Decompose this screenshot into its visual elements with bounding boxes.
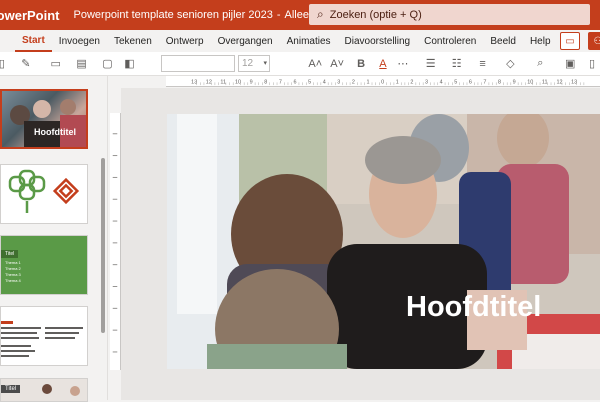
font-size-field[interactable]: 12 ▾ — [238, 55, 270, 72]
align-icon[interactable]: ≡ — [475, 56, 491, 72]
new-slide-icon[interactable]: ▭ — [48, 56, 64, 72]
slide-editor[interactable] — [167, 114, 600, 369]
ruler-tick-label: 5 — [308, 79, 311, 85]
designer-icon[interactable]: ▣ — [562, 56, 578, 72]
horizontal-ruler: 13 12 11 10 9 8 7 6 5 4 3 2 1 0 1 2 3 4 5 6 7 8 9 10 11 12 13 — [166, 76, 600, 87]
increase-font-icon[interactable]: A˄ — [307, 56, 323, 72]
ruler-tick-label: 9 — [513, 79, 516, 85]
slide-thumbnail-5-photo — [42, 384, 80, 396]
ruler-tick-label: 9 — [250, 79, 253, 85]
ruler-tick-label: 12 — [206, 79, 212, 85]
tab-invoegen[interactable]: Invoegen — [52, 30, 107, 52]
numbering-icon[interactable]: ☷ — [449, 56, 465, 72]
ruler-tick-label: 1 — [396, 79, 399, 85]
paste-icon[interactable]: ▯ — [0, 56, 10, 72]
ruler-tick-label: 13 — [191, 79, 197, 85]
font-size-value: 12 — [242, 58, 254, 69]
chevron-down-icon: ▾ — [263, 60, 267, 67]
ruler-tick-label: 3 — [337, 79, 340, 85]
ribbon-right-actions: ▭ ⚇ — [560, 32, 600, 50]
ruler-tick-label: 3 — [425, 79, 428, 85]
ruler-tick-label: 2 — [352, 79, 355, 85]
tab-overgangen[interactable]: Overgangen — [211, 30, 280, 52]
font-color-icon[interactable]: A — [375, 56, 391, 72]
tab-controleren[interactable]: Controleren — [417, 30, 483, 52]
ruler-tick-label: 10 — [235, 79, 241, 85]
ruler-tick-label: 1 — [367, 79, 370, 85]
vertical-ruler — [110, 113, 121, 370]
slide-thumbnail-4[interactable] — [0, 306, 88, 366]
comments-icon[interactable]: ▭ — [560, 32, 580, 50]
slide-thumbnail-1-title: Hoofdtitel — [34, 127, 76, 137]
slide-thumbnail-3[interactable]: Titel Thema 1 Thema 2 Thema 3 Thema 4 — [0, 235, 88, 295]
ruler-tick-label: 4 — [440, 79, 443, 85]
ruler-tick-label: 6 — [293, 79, 296, 85]
tab-help[interactable]: Help — [523, 30, 558, 52]
layout-icon[interactable]: ▤ — [74, 56, 90, 72]
slide-thumbnail-3-title: Titel — [1, 250, 19, 258]
ruler-tick-label: 6 — [469, 79, 472, 85]
search-icon: ⌕ — [317, 7, 324, 21]
ruler-tick-label: 5 — [454, 79, 457, 85]
ruler-tick-label: 7 — [483, 79, 486, 85]
ruler-tick-label: 11 — [542, 79, 548, 85]
ribbon-tabs: Start Invoegen Tekenen Ontwerp Overgange… — [0, 30, 600, 52]
document-name: Powerpoint template senioren pijler 2023 — [73, 9, 273, 21]
ruler-tick-label: 8 — [498, 79, 501, 85]
format-painter-icon[interactable]: ✎ — [18, 56, 34, 72]
bold-icon[interactable]: B — [353, 56, 369, 72]
find-icon[interactable]: ⌕ — [532, 56, 548, 72]
tab-tekenen[interactable]: Tekenen — [107, 30, 159, 52]
slide-thumbnail-1[interactable]: Hoofdtitel — [0, 89, 88, 149]
section-icon[interactable]: ◧ — [121, 56, 137, 72]
ruler-tick-label: 8 — [264, 79, 267, 85]
tab-animaties[interactable]: Animaties — [280, 30, 338, 52]
tab-beeld[interactable]: Beeld — [483, 30, 523, 52]
slide-thumbnail-2[interactable] — [0, 164, 88, 224]
slide-title[interactable]: Hoofdtitel — [406, 291, 541, 324]
title-separator: - — [276, 9, 281, 21]
search-input[interactable]: ⌕ Zoeken (optie + Q) — [309, 4, 590, 25]
slide-thumbnail-5[interactable]: Titel — [0, 378, 88, 402]
title-bar: PowerPoint Powerpoint template senioren … — [0, 0, 600, 30]
search-placeholder: Zoeken (optie + Q) — [329, 8, 422, 21]
thumbnail-scrollbar[interactable] — [101, 158, 105, 333]
slide-thumbnail-3-list: Thema 1 Thema 2 Thema 3 Thema 4 — [5, 260, 21, 284]
ruler-tick-label: 10 — [527, 79, 533, 85]
slide-thumbnail-4-text-lines — [1, 321, 83, 357]
ribbon-more-icon[interactable]: ▯ — [584, 56, 600, 72]
reset-icon[interactable]: ▢ — [100, 56, 116, 72]
slide-thumbnail-pane: Hoofdtitel Titel Thema 1 Thema 2 Thema 3… — [0, 76, 108, 402]
clover-logo-icon — [8, 169, 80, 213]
slide-thumbnail-1-photo — [10, 99, 86, 147]
slide-photo — [167, 114, 600, 369]
tab-ontwerp[interactable]: Ontwerp — [159, 30, 211, 52]
font-family-field[interactable] — [161, 55, 235, 72]
ruler-tick-label: 13 — [571, 79, 577, 85]
bullets-icon[interactable]: ☰ — [423, 56, 439, 72]
share-icon[interactable]: ⚇ — [588, 32, 600, 50]
decrease-font-icon[interactable]: A˅ — [329, 56, 345, 72]
ruler-tick-label: 2 — [410, 79, 413, 85]
ruler-tick-label: 0 — [381, 79, 384, 85]
ribbon-toolbar: ▯ ✎ ▭ ▤ ▢ ◧ A˄ A˅ B A ⋯ ☰ ☷ ≡ ◇ ⌕ ▣ ▯ — [0, 52, 600, 76]
tab-diavoorstelling[interactable]: Diavoorstelling — [338, 30, 418, 52]
tab-start[interactable]: Start — [15, 30, 52, 52]
more-icon[interactable]: ⋯ — [395, 56, 411, 72]
list-item: Thema 4 — [5, 278, 21, 283]
ruler-tick-label: 12 — [557, 79, 563, 85]
ruler-tick-label: 4 — [323, 79, 326, 85]
ruler-tick-label: 7 — [279, 79, 282, 85]
ruler-tick-label: 11 — [220, 79, 226, 85]
shapes-icon[interactable]: ◇ — [502, 56, 518, 72]
app-name: PowerPoint — [0, 7, 60, 23]
